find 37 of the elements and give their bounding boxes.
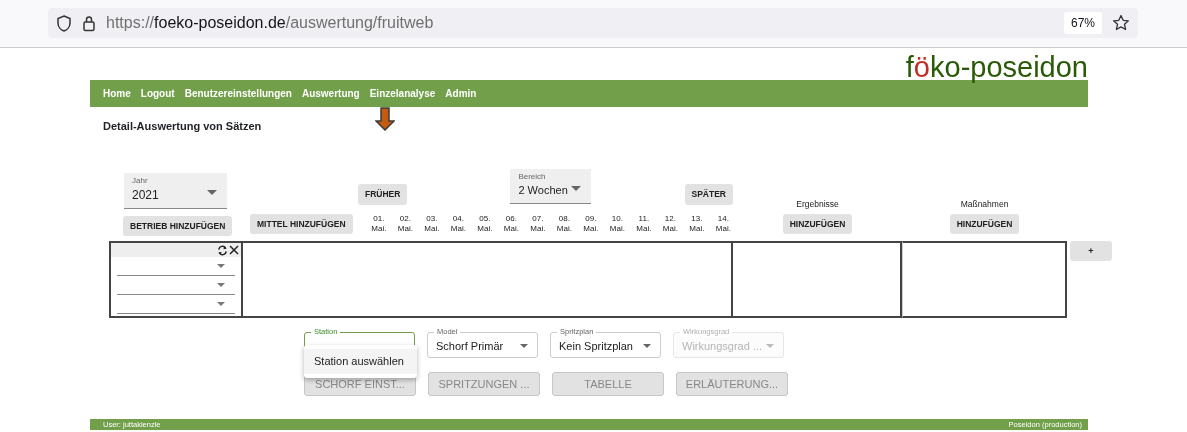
add-button[interactable]: HINZUFÜGEN xyxy=(782,213,853,235)
date-label: 12. Mai. xyxy=(661,214,679,234)
range-select[interactable]: Bereich 2 Wochen xyxy=(510,169,591,204)
date-label: 10. Mai. xyxy=(608,214,626,234)
down-arrow-icon xyxy=(375,107,395,131)
lock-icon[interactable] xyxy=(82,14,96,32)
page-title: Detail-Auswertung von Sätzen xyxy=(103,119,262,132)
add-button[interactable]: HINZUFÜGEN xyxy=(949,213,1020,235)
date-label: 04. Mai. xyxy=(449,214,467,234)
date-label: 08. Mai. xyxy=(555,214,573,234)
date-label: 09. Mai. xyxy=(582,214,600,234)
url-text[interactable]: https://foeko-poseidon.de/auswertung/fruitweb xyxy=(106,11,1054,35)
date-label: 07. Mai. xyxy=(529,214,547,234)
year-select[interactable]: Jahr 2021 xyxy=(124,172,227,209)
add-agent-button[interactable]: MITTEL HINZUFÜGEN xyxy=(250,213,353,235)
date-label: 01. Mai. xyxy=(370,214,388,234)
menu-item[interactable]: Station auswählen xyxy=(304,349,417,374)
refresh-icon[interactable] xyxy=(217,244,228,256)
date-label: 11. Mai. xyxy=(635,214,653,234)
date-label: 13. Mai. xyxy=(688,214,706,234)
date-label: 05. Mai. xyxy=(476,214,494,234)
section-title: Ergebnisse xyxy=(796,197,839,211)
shield-icon[interactable] xyxy=(56,14,72,32)
date-label: 02. Mai. xyxy=(396,214,414,234)
date-label: 03. Mai. xyxy=(423,214,441,234)
earlier-button[interactable]: FRÜHER xyxy=(358,184,408,205)
date-label: 06. Mai. xyxy=(502,214,520,234)
logo: föko-poseidon xyxy=(905,51,1088,83)
date-label: 14. Mai. xyxy=(714,214,732,234)
address-bar[interactable]: https://foeko-poseidon.de/auswertung/fruitweb 67% xyxy=(48,8,1138,38)
zoom-button[interactable]: 67% xyxy=(1063,12,1102,34)
section-title: Maßnahmen xyxy=(960,197,1009,211)
close-icon[interactable] xyxy=(229,245,239,255)
add-farm-button[interactable]: BETRIEB HINZUFÜGEN xyxy=(123,215,233,237)
add-column-button[interactable]: + xyxy=(1070,241,1112,261)
star-icon[interactable] xyxy=(1112,14,1130,32)
later-button[interactable]: SPÄTER xyxy=(684,184,733,205)
